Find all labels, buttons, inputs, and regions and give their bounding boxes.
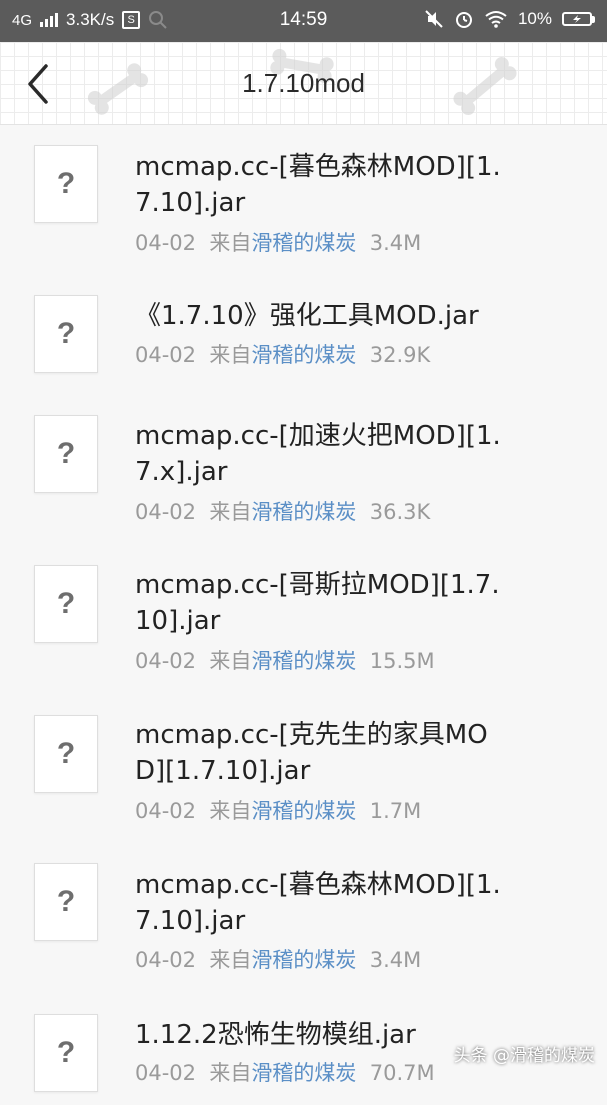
file-from-label: 来自: [209, 500, 252, 524]
file-size: 70.7M: [369, 1061, 435, 1085]
file-name: mcmap.cc-[加速火把MOD][1.7.x].jar: [135, 421, 501, 487]
status-bar: 4G 3.3K/s S 14:59 10%: [0, 0, 607, 42]
file-meta: 04-02 来自滑稽的煤炭 3.4M: [135, 944, 421, 974]
file-size: 1.7M: [369, 799, 422, 823]
file-name: mcmap.cc-[克先生的家具MOD][1.7.10].jar: [135, 720, 488, 786]
status-right: 10%: [424, 9, 595, 29]
page-title: 1.7.10mod: [242, 68, 365, 98]
file-meta: 04-02 来自滑稽的煤炭 70.7M: [135, 1057, 435, 1087]
file-date: 04-02: [135, 649, 197, 673]
header: 1.7.10mod: [0, 42, 607, 125]
file-list: ? mcmap.cc-[暮色森林MOD][1.7.10].jar 04-02 来…: [0, 125, 607, 1105]
sender-link[interactable]: 滑稽的煤炭: [251, 948, 356, 972]
mute-icon: [425, 10, 443, 28]
battery-percent: 10%: [517, 9, 552, 28]
file-from-label: 来自: [209, 799, 252, 823]
file-from-label: 来自: [209, 343, 252, 367]
file-list-item[interactable]: ? mcmap.cc-[哥斯拉MOD][1.7.10].jar 04-02 来自…: [0, 545, 607, 695]
file-from-label: 来自: [209, 1061, 252, 1085]
file-list-item[interactable]: ? mcmap.cc-[加速火把MOD][1.7.x].jar 04-02 来自…: [0, 395, 607, 545]
file-meta: 04-02 来自滑稽的煤炭 32.9K: [135, 339, 430, 369]
file-name: mcmap.cc-[暮色森林MOD][1.7.10].jar: [135, 152, 501, 218]
file-list-item[interactable]: ? mcmap.cc-[暮色森林MOD][1.7.10].jar 04-02 来…: [0, 845, 607, 995]
wifi-icon: [485, 11, 507, 28]
battery-icon: [562, 12, 595, 26]
file-size: 32.9K: [369, 343, 431, 367]
sender-link[interactable]: 滑稽的煤炭: [251, 799, 356, 823]
unknown-file-icon: ?: [34, 415, 98, 493]
alarm-icon: [455, 12, 472, 28]
sender-link[interactable]: 滑稽的煤炭: [251, 343, 356, 367]
file-from-label: 来自: [209, 231, 252, 255]
file-name: 《1.7.10》强化工具MOD.jar: [135, 301, 479, 331]
unknown-file-icon: ?: [34, 565, 98, 643]
file-meta: 04-02 来自滑稽的煤炭 15.5M: [135, 645, 435, 675]
file-meta: 04-02 来自滑稽的煤炭 3.4M: [135, 227, 421, 257]
file-list-item[interactable]: ? mcmap.cc-[克先生的家具MOD][1.7.10].jar 04-02…: [0, 695, 607, 845]
file-date: 04-02: [135, 231, 197, 255]
sender-link[interactable]: 滑稽的煤炭: [251, 231, 356, 255]
file-size: 3.4M: [369, 231, 422, 255]
file-from-label: 来自: [209, 649, 252, 673]
file-list-item[interactable]: ? 《1.7.10》强化工具MOD.jar 04-02 来自滑稽的煤炭 32.9…: [0, 275, 607, 395]
file-name: mcmap.cc-[哥斯拉MOD][1.7.10].jar: [135, 570, 500, 636]
file-date: 04-02: [135, 948, 197, 972]
file-size: 3.4M: [369, 948, 422, 972]
unknown-file-icon: ?: [34, 295, 98, 373]
file-date: 04-02: [135, 343, 197, 367]
file-date: 04-02: [135, 500, 197, 524]
sender-link[interactable]: 滑稽的煤炭: [251, 500, 356, 524]
file-name: mcmap.cc-[暮色森林MOD][1.7.10].jar: [135, 870, 501, 936]
file-size: 15.5M: [369, 649, 435, 673]
file-date: 04-02: [135, 1061, 197, 1085]
unknown-file-icon: ?: [34, 863, 98, 941]
file-size: 36.3K: [369, 500, 431, 524]
watermark: 头条 @滑稽的煤炭: [453, 1046, 595, 1066]
file-meta: 04-02 来自滑稽的煤炭 1.7M: [135, 795, 421, 825]
sender-link[interactable]: 滑稽的煤炭: [251, 649, 356, 673]
unknown-file-icon: ?: [34, 145, 98, 223]
file-date: 04-02: [135, 799, 197, 823]
sender-link[interactable]: 滑稽的煤炭: [251, 1061, 356, 1085]
file-list-item[interactable]: ? mcmap.cc-[暮色森林MOD][1.7.10].jar 04-02 来…: [0, 125, 607, 275]
file-meta: 04-02 来自滑稽的煤炭 36.3K: [135, 496, 430, 526]
unknown-file-icon: ?: [34, 715, 98, 793]
file-from-label: 来自: [209, 948, 252, 972]
unknown-file-icon: ?: [34, 1014, 98, 1092]
